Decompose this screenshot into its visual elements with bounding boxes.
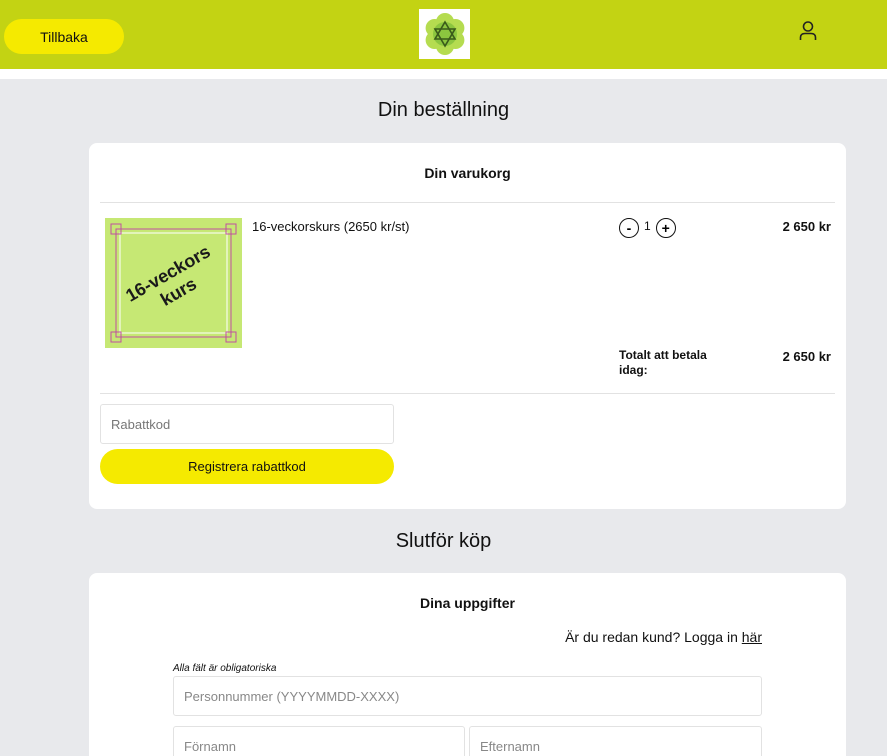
- total-value: 2 650 kr: [782, 349, 831, 364]
- top-bar: Tillbaka: [0, 0, 887, 69]
- product-price: 2 650 kr: [782, 219, 831, 234]
- cart-divider-top: [100, 202, 835, 203]
- total-label: Totalt att betala idag:: [619, 348, 707, 377]
- login-prompt-text: Är du redan kund? Logga in: [565, 629, 738, 645]
- quantity-value: 1: [644, 219, 651, 233]
- product-image-label: 16-veckors kurs: [105, 218, 242, 348]
- login-link[interactable]: här: [742, 629, 762, 645]
- details-card: Dina uppgifter Är du redan kund? Logga i…: [89, 573, 846, 756]
- details-title: Dina uppgifter: [420, 595, 515, 611]
- cart-card: Din varukorg 16-veckors kurs 16-veckorsku…: [89, 143, 846, 509]
- product-image: 16-veckors kurs: [105, 218, 242, 348]
- cart-divider-bottom: [100, 393, 835, 394]
- discount-code-input[interactable]: [100, 404, 394, 444]
- star-of-david-mandala-icon: [425, 13, 464, 55]
- header-separator: [0, 69, 887, 79]
- required-note: Alla fält är obligatoriska: [173, 663, 277, 674]
- back-button[interactable]: Tillbaka: [4, 19, 124, 54]
- cart-title: Din varukorg: [424, 165, 511, 181]
- lastname-input[interactable]: [469, 726, 762, 756]
- product-name: 16-veckorskurs (2650 kr/st): [252, 219, 410, 234]
- logo[interactable]: [419, 9, 470, 59]
- register-discount-button[interactable]: Registrera rabattkod: [100, 449, 394, 484]
- firstname-input[interactable]: [173, 726, 465, 756]
- quantity-stepper: - 1 +: [619, 218, 676, 238]
- personnummer-input[interactable]: [173, 676, 762, 716]
- checkout-title: Slutför köp: [395, 530, 492, 552]
- login-prompt: Är du redan kund? Logga in här: [565, 629, 762, 645]
- decrement-button[interactable]: -: [619, 218, 639, 238]
- increment-button[interactable]: +: [655, 218, 676, 238]
- order-title: Din beställning: [377, 99, 510, 121]
- user-icon[interactable]: [796, 19, 820, 43]
